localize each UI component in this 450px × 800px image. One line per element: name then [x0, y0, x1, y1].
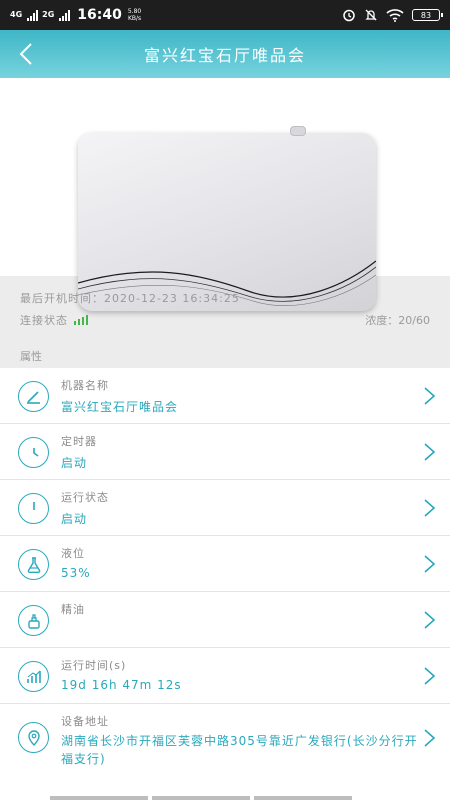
battery-level: 83 — [420, 10, 432, 20]
section-title-attributes: 属性 — [20, 350, 42, 363]
row-value: 湖南省长沙市开福区芙蓉中路305号靠近广发银行(长沙分行开福支行) — [61, 734, 418, 766]
network-speed-unit: KB/s — [127, 15, 142, 22]
row-value: 19d 16h 47m 12s — [61, 678, 182, 692]
attribute-list: 机器名称 富兴红宝石厅唯品会 定时器 启动 运行状态 启动 液位 53% 精油 — [0, 368, 450, 770]
row-value: 启动 — [61, 456, 88, 470]
device-hero: 最后开机时间：2020-12-23 16:34:25 连接状态 浓度：20/60… — [0, 78, 450, 368]
chevron-right-icon — [424, 555, 436, 573]
chart-icon — [18, 661, 49, 692]
network-2g-label: 2G — [42, 10, 55, 19]
device-wave-decoration — [78, 260, 376, 306]
device-knob — [290, 126, 306, 136]
row-run-time[interactable]: 运行时间(s) 19d 16h 47m 12s — [0, 648, 450, 704]
chevron-right-icon — [424, 499, 436, 517]
last-boot-time: 最后开机时间：2020-12-23 16:34:25 — [20, 292, 240, 305]
row-run-status[interactable]: 运行状态 启动 — [0, 480, 450, 536]
status-bar: 4G 2G 16:40 5.80 KB/s 83 — [0, 0, 450, 30]
signal-icon — [59, 9, 71, 21]
pencil-icon — [18, 381, 49, 412]
network-speed-value: 5.80 — [127, 8, 142, 15]
clock-icon — [18, 437, 49, 468]
signal-icon — [27, 9, 39, 21]
oil-icon — [18, 605, 49, 636]
device-image — [78, 133, 376, 311]
row-value: 53% — [61, 566, 91, 580]
connection-status: 连接状态 — [20, 312, 88, 328]
row-machine-name[interactable]: 机器名称 富兴红宝石厅唯品会 — [0, 368, 450, 424]
mute-icon — [365, 9, 377, 21]
row-essential-oil[interactable]: 精油 — [0, 592, 450, 648]
row-label: 液位 — [61, 547, 85, 560]
page-title: 富兴红宝石厅唯品会 — [143, 46, 306, 65]
network-speed: 5.80 KB/s — [128, 8, 141, 22]
clock-time: 16:40 — [77, 7, 122, 23]
chevron-right-icon — [424, 667, 436, 685]
chevron-right-icon — [424, 387, 436, 405]
location-icon — [18, 722, 49, 753]
chevron-right-icon — [424, 443, 436, 461]
row-label: 设备地址 — [61, 715, 109, 728]
battery-icon: 83 — [412, 9, 443, 21]
network-4g-label: 4G — [10, 10, 23, 19]
row-liquid-level[interactable]: 液位 53% — [0, 536, 450, 592]
row-value: 富兴红宝石厅唯品会 — [61, 400, 179, 414]
row-label: 定时器 — [61, 435, 97, 448]
row-label: 运行状态 — [61, 491, 109, 504]
flask-icon — [18, 549, 49, 580]
concentration-readout: 浓度：20/60 — [365, 314, 430, 327]
row-label: 机器名称 — [61, 379, 109, 392]
alarm-icon — [343, 9, 355, 22]
chevron-right-icon — [424, 611, 436, 629]
wifi-icon — [386, 9, 404, 22]
row-device-address[interactable]: 设备地址 湖南省长沙市开福区芙蓉中路305号靠近广发银行(长沙分行开福支行) — [0, 704, 450, 770]
power-icon — [18, 493, 49, 524]
connection-status-label: 连接状态 — [20, 314, 68, 327]
connection-signal-icon — [74, 315, 88, 325]
back-button[interactable] — [14, 40, 38, 68]
row-value: 启动 — [61, 512, 88, 526]
app-header: 富兴红宝石厅唯品会 — [0, 30, 450, 78]
row-label: 精油 — [61, 603, 85, 616]
chevron-right-icon — [424, 729, 436, 747]
chevron-left-icon — [19, 43, 32, 65]
bottom-edge-tabs — [0, 796, 450, 800]
row-label: 运行时间(s) — [61, 659, 127, 672]
row-timer[interactable]: 定时器 启动 — [0, 424, 450, 480]
